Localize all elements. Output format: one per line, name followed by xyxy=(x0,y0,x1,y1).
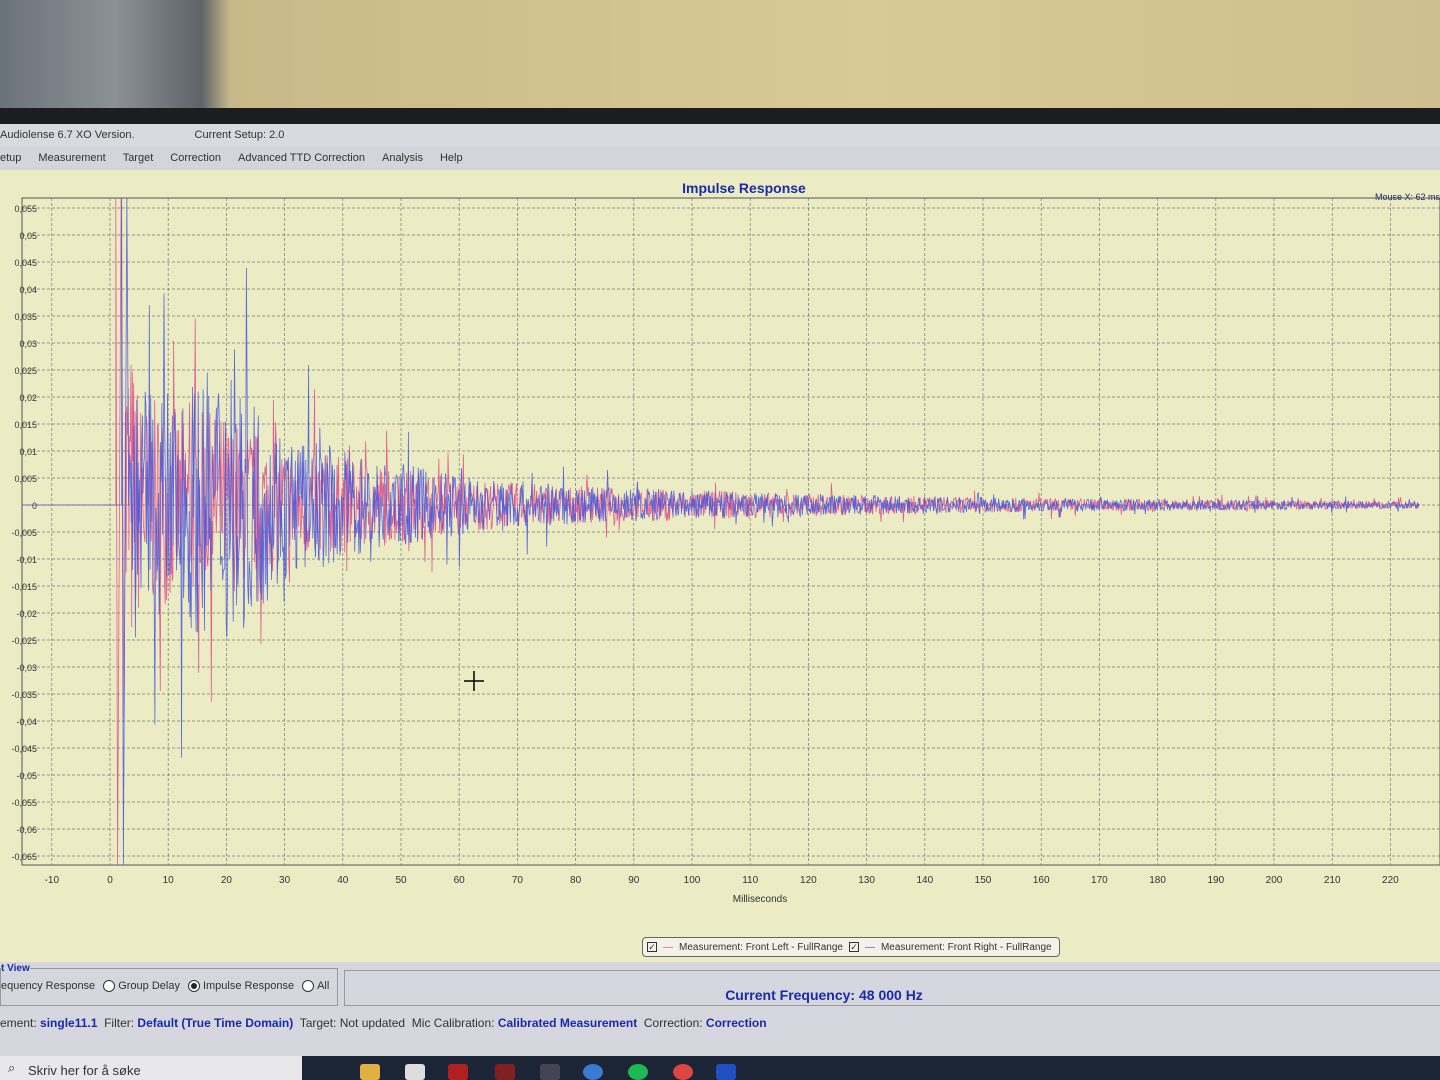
radio-selected-icon xyxy=(187,980,200,993)
radio-all[interactable]: All xyxy=(302,980,329,993)
x-tick-label: 10 xyxy=(163,875,175,886)
legend: ✓ — Measurement: Front Left - FullRange … xyxy=(642,937,1060,957)
y-tick-label: 0,04 xyxy=(19,285,37,295)
legend-checkbox-left[interactable]: ✓ xyxy=(647,942,657,952)
x-tick-label: 40 xyxy=(337,875,349,886)
x-tick-label: 140 xyxy=(916,875,933,886)
x-tick-label: 20 xyxy=(221,875,233,886)
radio-impulse-response[interactable]: Impulse Response xyxy=(187,980,294,993)
y-tick-label: -0,045 xyxy=(11,744,37,754)
audiolense-icon[interactable] xyxy=(716,1064,736,1080)
x-tick-label: 100 xyxy=(684,875,701,886)
y-tick-label: -0,05 xyxy=(16,771,37,781)
y-tick-label: -0,04 xyxy=(16,717,37,727)
legend-line-icon: — xyxy=(663,941,673,953)
view-group: t View equency Response Group Delay Impu… xyxy=(0,963,338,1006)
x-tick-label: 120 xyxy=(800,875,817,886)
y-tick-label: 0,005 xyxy=(14,474,37,484)
y-tick-label: -0,005 xyxy=(11,528,37,538)
x-tick-label: 30 xyxy=(279,875,291,886)
y-tick-label: -0,01 xyxy=(16,555,37,565)
y-tick-label: -0,06 xyxy=(16,825,37,835)
x-tick-label: 50 xyxy=(395,875,407,886)
legend-checkbox-right[interactable]: ✓ xyxy=(848,942,859,952)
x-tick-label: 80 xyxy=(570,875,582,886)
y-tick-label: -0,03 xyxy=(16,663,37,673)
current-frequency: Current Frequency: 48 000 Hz xyxy=(344,970,1440,1006)
x-axis-label: Milliseconds xyxy=(733,894,787,905)
crosshair-cursor-icon xyxy=(464,671,484,691)
clock-icon[interactable] xyxy=(540,1064,560,1080)
x-tick-label: 0 xyxy=(107,875,113,886)
chrome-icon[interactable] xyxy=(673,1064,693,1080)
y-tick-label: 0,025 xyxy=(14,366,37,376)
y-tick-label: 0,055 xyxy=(14,204,37,214)
legend-line-icon: — xyxy=(864,941,875,953)
x-tick-label: 110 xyxy=(742,875,758,886)
y-tick-label: 0,03 xyxy=(19,339,37,349)
x-tick-label: -10 xyxy=(45,875,60,886)
y-tick-label: -0,055 xyxy=(11,798,37,808)
x-tick-label: 70 xyxy=(512,875,524,886)
series-line-left xyxy=(22,197,1420,866)
series-line-right xyxy=(22,197,1420,866)
x-tick-label: 190 xyxy=(1207,875,1224,886)
y-tick-label: -0,025 xyxy=(11,636,37,646)
store-icon[interactable] xyxy=(405,1064,425,1080)
y-tick-label: 0 xyxy=(32,501,37,511)
x-tick-label: 90 xyxy=(628,875,640,886)
y-tick-label: -0,02 xyxy=(16,609,37,619)
radio-icon xyxy=(103,980,116,993)
legend-label-left: Measurement: Front Left - FullRange xyxy=(679,941,843,953)
taskbar: ⌕ Skriv her for å søke xyxy=(0,1056,1440,1080)
y-tick-label: -0,035 xyxy=(11,690,37,700)
media-icon[interactable] xyxy=(583,1064,603,1080)
taskbar-search[interactable]: ⌕ Skriv her for å søke xyxy=(0,1056,302,1080)
radio-frequency-response[interactable]: equency Response xyxy=(1,980,95,992)
radio-icon xyxy=(302,980,315,993)
y-tick-label: 0,015 xyxy=(14,420,37,430)
x-tick-label: 200 xyxy=(1266,875,1283,886)
y-tick-label: 0,045 xyxy=(14,258,37,268)
plot-frame xyxy=(21,197,1440,866)
impulse-chart[interactable]: -10 0 10 20 30 40 50 60 70 80 90 100 110 120 130 140 150… xyxy=(0,0,1440,960)
gpu-icon[interactable] xyxy=(448,1064,468,1080)
app-icon[interactable] xyxy=(495,1064,515,1080)
x-tick-label: 210 xyxy=(1324,875,1341,886)
radio-group-delay[interactable]: Group Delay xyxy=(103,980,180,993)
y-tick-label: 0,02 xyxy=(19,393,37,403)
x-tick-label: 220 xyxy=(1382,875,1399,886)
spotify-icon[interactable] xyxy=(628,1064,648,1080)
file-explorer-icon[interactable] xyxy=(360,1064,380,1080)
x-tick-label: 160 xyxy=(1033,875,1050,886)
y-tick-label: 0,01 xyxy=(19,447,37,457)
legend-label-right: Measurement: Front Right - FullRange xyxy=(880,941,1052,953)
x-tick-label: 60 xyxy=(454,875,466,886)
y-tick-label: -0,065 xyxy=(11,852,37,862)
x-tick-label: 150 xyxy=(975,875,992,886)
x-tick-label: 130 xyxy=(858,875,875,886)
search-icon: ⌕ xyxy=(8,1060,16,1075)
x-tick-label: 170 xyxy=(1091,875,1108,886)
view-group-label: t View xyxy=(1,963,30,974)
x-tick-label: 180 xyxy=(1149,875,1166,886)
status-line: ement: single11.1 Filter: Default (True … xyxy=(0,1016,767,1030)
y-tick-label: 0,05 xyxy=(19,231,37,241)
y-tick-label: 0,035 xyxy=(14,312,37,322)
y-tick-label: -0,015 xyxy=(11,582,37,592)
